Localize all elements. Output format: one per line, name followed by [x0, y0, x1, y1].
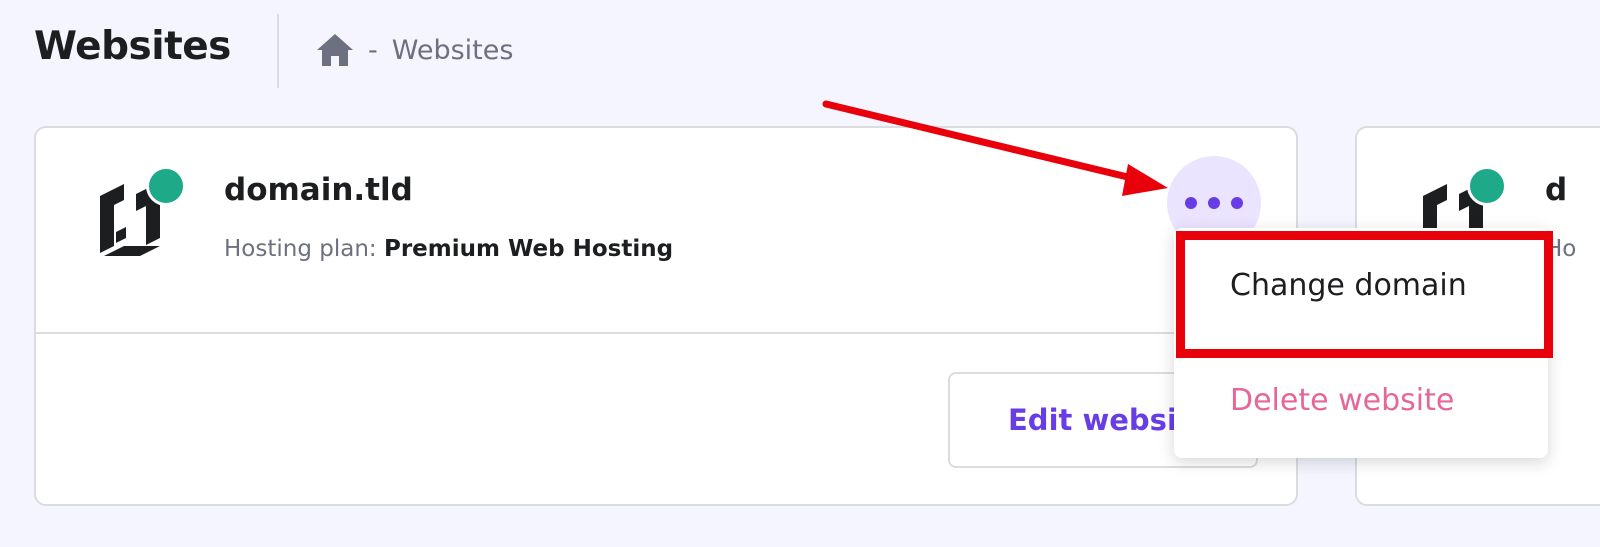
breadcrumb-separator: -	[368, 34, 378, 66]
site-domain[interactable]: domain.tld	[224, 172, 413, 208]
website-card: domain.tld Hosting plan: Premium Web Hos…	[34, 126, 1298, 506]
more-dot-icon	[1231, 197, 1243, 209]
status-active-icon	[146, 166, 186, 206]
more-dot-icon	[1208, 197, 1220, 209]
card-divider	[36, 332, 1296, 334]
hosting-plan: Hosting plan: Premium Web Hosting	[224, 236, 673, 262]
header-divider	[277, 14, 279, 88]
page-title: Websites	[34, 24, 231, 69]
more-dot-icon	[1185, 197, 1197, 209]
status-active-icon	[1467, 166, 1507, 206]
page-header: Websites - Websites	[0, 0, 1600, 100]
breadcrumb-current: Websites	[391, 34, 514, 66]
home-icon[interactable]	[316, 33, 354, 67]
menu-item-delete-website[interactable]: Delete website	[1174, 343, 1548, 458]
hosting-plan-label: Hosting plan:	[224, 236, 377, 262]
hosting-plan-value: Premium Web Hosting	[383, 236, 674, 262]
site-domain-partial[interactable]: d	[1545, 172, 1567, 208]
breadcrumb: - Websites	[316, 30, 513, 70]
annotation-highlight-box	[1176, 231, 1553, 358]
